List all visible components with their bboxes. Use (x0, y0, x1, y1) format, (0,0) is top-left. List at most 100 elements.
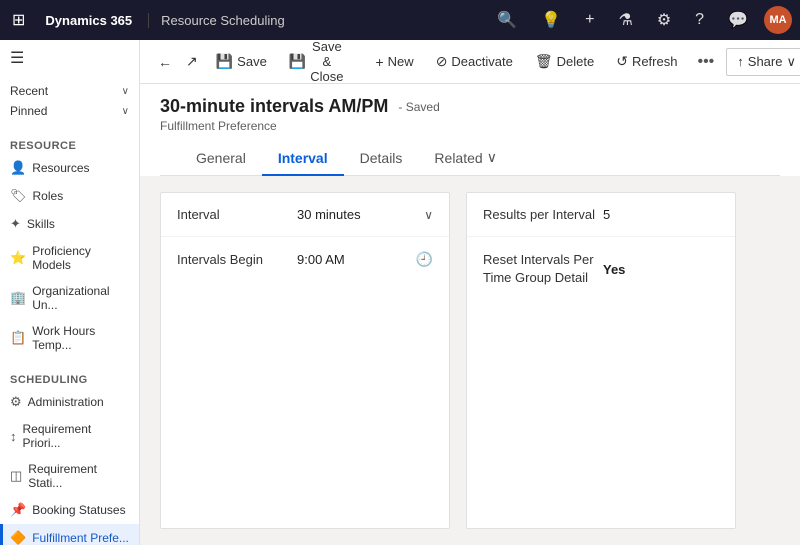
plus-icon[interactable]: + (577, 7, 602, 33)
interval-label: Interval (177, 207, 297, 222)
booking-icon: 📌 (10, 502, 26, 518)
save-button[interactable]: 💾 Save (206, 48, 277, 75)
recent-label: Recent (10, 84, 48, 98)
results-per-interval-row: Results per Interval 5 (467, 193, 735, 237)
sidebar-item-fulfillment[interactable]: 🔶 Fulfillment Prefe... (0, 524, 139, 545)
lightbulb-icon[interactable]: 💡 (533, 6, 569, 34)
sidebar-item-proficiency-label: Proficiency Models (32, 244, 129, 272)
delete-label: Delete (557, 54, 595, 69)
form-content: Interval 30 minutes ∨ Intervals Begin 9:… (140, 176, 800, 545)
tab-interval[interactable]: Interval (262, 142, 344, 176)
search-icon[interactable]: 🔍 (489, 6, 525, 34)
sidebar-item-org[interactable]: 🏢 Organizational Un... (0, 278, 139, 318)
admin-icon: ⚙ (10, 394, 22, 410)
resources-icon: 👤 (10, 160, 26, 176)
sidebar-toggle[interactable]: ☰ (0, 40, 139, 76)
results-per-interval-value: 5 (603, 207, 610, 222)
share-button[interactable]: ↑ Share ∨ (726, 48, 800, 76)
page-subtitle: Fulfillment Preference (160, 119, 780, 133)
sidebar-item-req-priority-label: Requirement Priori... (23, 422, 130, 450)
settings-icon[interactable]: ⚙ (649, 6, 679, 34)
sidebar-item-org-label: Organizational Un... (32, 284, 129, 312)
save-close-button[interactable]: 💾 Save & Close (279, 40, 354, 89)
delete-button[interactable]: 🗑 Delete (525, 48, 604, 75)
intervals-begin-value: 9:00 AM (297, 252, 345, 267)
scheduling-section-label: Scheduling (0, 366, 139, 388)
sidebar-item-resources[interactable]: 👤 Resources (0, 154, 139, 182)
reset-intervals-row: Reset Intervals Per Time Group Detail Ye… (467, 237, 735, 301)
sidebar-item-fulfillment-label: Fulfillment Prefe... (32, 531, 129, 545)
interval-value: 30 minutes (297, 207, 361, 222)
brand-label: Dynamics 365 (37, 13, 140, 28)
page-header: 30-minute intervals AM/PM - Saved Fulfil… (140, 84, 800, 176)
req-status-icon: ◫ (10, 468, 22, 484)
proficiency-icon: ⭐ (10, 250, 26, 266)
results-card: Results per Interval 5 Reset Intervals P… (466, 192, 736, 529)
filter-icon[interactable]: ⚗ (610, 6, 640, 34)
sidebar-item-admin-label: Administration (28, 395, 104, 409)
interval-card: Interval 30 minutes ∨ Intervals Begin 9:… (160, 192, 450, 529)
avatar[interactable]: MA (764, 6, 792, 34)
tab-general[interactable]: General (180, 142, 262, 176)
refresh-icon: ↺ (616, 53, 628, 70)
clock-icon: 🕘 (416, 251, 433, 268)
share-icon: ↑ (737, 54, 744, 69)
tab-details[interactable]: Details (344, 142, 419, 176)
pinned-label: Pinned (10, 104, 47, 118)
hamburger-icon[interactable]: ☰ (10, 48, 24, 68)
refresh-label: Refresh (632, 54, 678, 69)
tab-related[interactable]: Related ∨ (418, 141, 513, 176)
sidebar-item-work-hours[interactable]: 📋 Work Hours Temp... (0, 318, 139, 358)
sidebar-item-booking[interactable]: 📌 Booking Statuses (0, 496, 139, 524)
interval-row: Interval 30 minutes ∨ (161, 193, 449, 237)
recent-section: Recent ∨ Pinned ∨ (0, 76, 139, 124)
forward-button[interactable]: ↗ (180, 49, 204, 74)
reset-intervals-value: Yes (603, 262, 625, 277)
saved-badge: - Saved (398, 100, 439, 114)
pinned-group[interactable]: Pinned ∨ (0, 100, 139, 120)
module-label: Resource Scheduling (148, 13, 285, 28)
sidebar-item-req-priority[interactable]: ↕ Requirement Priori... (0, 416, 139, 456)
new-label: New (388, 54, 414, 69)
new-icon: + (375, 54, 383, 70)
sidebar-item-proficiency[interactable]: ⭐ Proficiency Models (0, 238, 139, 278)
top-navigation: ⊞ Dynamics 365 Resource Scheduling 🔍 💡 +… (0, 0, 800, 40)
main-layout: ☰ Recent ∨ Pinned ∨ Resource 👤 Resources… (0, 40, 800, 545)
help-icon[interactable]: ? (687, 7, 712, 33)
refresh-button[interactable]: ↺ Refresh (606, 48, 687, 75)
fulfillment-icon: 🔶 (10, 530, 26, 545)
sidebar-item-skills[interactable]: ✦ Skills (0, 210, 139, 238)
sidebar-item-roles[interactable]: 🏷 Roles (0, 182, 139, 210)
share-label: Share (748, 54, 783, 69)
intervals-begin-value-container[interactable]: 9:00 AM 🕘 (297, 251, 433, 268)
recent-group[interactable]: Recent ∨ (0, 80, 139, 100)
sidebar-item-admin[interactable]: ⚙ Administration (0, 388, 139, 416)
chat-icon[interactable]: 💬 (720, 6, 756, 34)
deactivate-icon: ⊘ (436, 53, 448, 70)
interval-dropdown-icon: ∨ (424, 208, 433, 222)
interval-value-container[interactable]: 30 minutes ∨ (297, 207, 433, 222)
sidebar-item-req-status[interactable]: ◫ Requirement Stati... (0, 456, 139, 496)
save-label: Save (237, 54, 267, 69)
save-icon: 💾 (216, 53, 233, 70)
new-button[interactable]: + New (365, 49, 423, 75)
sidebar-item-booking-label: Booking Statuses (32, 503, 125, 517)
deactivate-label: Deactivate (451, 54, 512, 69)
skills-icon: ✦ (10, 216, 21, 232)
related-chevron-icon: ∨ (487, 149, 497, 166)
sidebar-item-skills-label: Skills (27, 217, 55, 231)
content-area: ← ↗ 💾 Save 💾 Save & Close + New ⊘ Deacti… (140, 40, 800, 545)
org-icon: 🏢 (10, 290, 26, 306)
sidebar-item-work-hours-label: Work Hours Temp... (32, 324, 129, 352)
sidebar-item-resources-label: Resources (32, 161, 89, 175)
deactivate-button[interactable]: ⊘ Deactivate (426, 48, 523, 75)
intervals-begin-row: Intervals Begin 9:00 AM 🕘 (161, 237, 449, 282)
more-options-button[interactable]: ••• (689, 48, 722, 76)
tab-bar: General Interval Details Related ∨ (160, 141, 780, 176)
share-chevron-icon: ∨ (786, 54, 796, 70)
results-per-interval-label: Results per Interval (483, 207, 603, 222)
back-button[interactable]: ← (152, 50, 178, 74)
command-bar: ← ↗ 💾 Save 💾 Save & Close + New ⊘ Deacti… (140, 40, 800, 84)
recent-chevron: ∨ (122, 86, 129, 97)
grid-icon[interactable]: ⊞ (8, 6, 29, 34)
